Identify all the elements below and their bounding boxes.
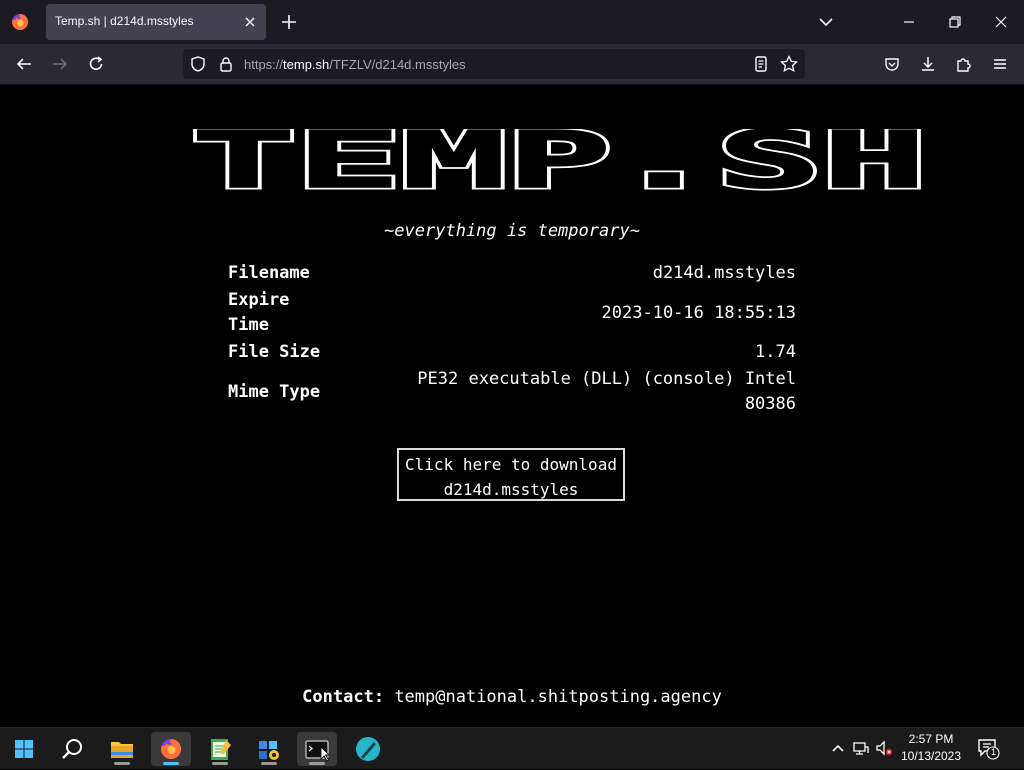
info-value: 2023-10-16 18:55:13 (601, 302, 796, 323)
temp-sh-logo: TEMP.SH TEMP.SH (188, 114, 930, 209)
taskbar-pen-app[interactable] (348, 732, 388, 766)
windows-taskbar: 2:57 PM 10/13/2023 1 (0, 727, 1024, 769)
info-label: Mime Type (228, 381, 321, 402)
lock-icon[interactable] (216, 54, 236, 74)
network-icon[interactable] (851, 738, 871, 758)
start-icon (15, 740, 33, 758)
file-info-table: Filename d214d.msstyles Expire Time 2023… (228, 261, 796, 419)
bookmark-star-icon[interactable] (779, 54, 799, 74)
info-value: d214d.msstyles (652, 263, 796, 283)
running-indicator (309, 762, 325, 765)
downloads-icon[interactable] (918, 54, 938, 74)
volume-muted-icon[interactable] (874, 738, 894, 758)
close-window-icon[interactable] (989, 10, 1013, 34)
show-hidden-icons-chevron-icon[interactable] (828, 738, 848, 758)
close-tab-icon[interactable] (240, 12, 260, 32)
notification-count: 1 (990, 747, 996, 757)
running-indicator (212, 762, 228, 765)
download-button[interactable]: Click here to download d214d.msstyles (397, 448, 625, 501)
running-indicator (261, 762, 277, 765)
running-indicator (114, 762, 130, 765)
system-clock[interactable]: 2:57 PM 10/13/2023 (896, 731, 966, 765)
info-label: Expire Time (228, 290, 290, 335)
taskbar-notepad[interactable] (200, 732, 240, 766)
taskbar-firefox[interactable] (151, 732, 191, 766)
new-tab-icon[interactable] (279, 12, 299, 32)
tagline: ~everything is temporary~ (384, 221, 640, 241)
pocket-icon[interactable] (882, 54, 902, 74)
browser-tab-bar: Temp.sh | d214d.msstyles (0, 0, 1024, 44)
firefox-menu-icon[interactable] (10, 12, 30, 32)
info-value: 1.74 (755, 342, 796, 362)
clock-date: 10/13/2023 (900, 749, 962, 763)
minimize-window-icon[interactable] (897, 10, 921, 34)
forward-icon[interactable] (50, 54, 70, 74)
search-icon (62, 739, 82, 759)
clock-time: 2:57 PM (908, 732, 954, 746)
pen-app-icon (356, 737, 380, 761)
file-explorer-icon (111, 742, 133, 758)
url-path: /TFZLV/d214d.msstyles (329, 57, 466, 72)
download-label-line1: Click here to download (405, 455, 617, 474)
url-scheme: https:// (244, 57, 284, 72)
info-row-filename: Filename d214d.msstyles (228, 261, 796, 286)
contact-label: Contact: (302, 687, 385, 707)
address-bar[interactable]: https://temp.sh/TFZLV/d214d.msstyles (183, 49, 805, 79)
info-row-mime-type: Mime Type PE32 executable (DLL) (console… (228, 367, 796, 417)
start-button[interactable] (4, 732, 44, 766)
back-icon[interactable] (14, 54, 34, 74)
application-menu-icon[interactable] (990, 54, 1010, 74)
taskbar-terminal[interactable] (297, 732, 337, 766)
info-value: PE32 executable (DLL) (console) Intel 80… (417, 369, 796, 414)
reader-view-icon[interactable] (751, 54, 771, 74)
temp-sh-logo-graphic: TEMP.SH TEMP.SH (189, 114, 930, 209)
navigation-toolbar: https://temp.sh/TFZLV/d214d.msstyles (0, 44, 1024, 85)
logo-text-inner: TEMP.SH (191, 129, 927, 191)
notification-center-button[interactable]: 1 (976, 736, 1000, 760)
info-row-expire-time: Expire Time 2023-10-16 18:55:13 (228, 288, 796, 338)
url-host: temp.sh (283, 57, 330, 72)
terminal-icon (305, 740, 330, 762)
restore-window-icon[interactable] (943, 10, 967, 34)
info-label: File Size (228, 342, 321, 362)
url-text[interactable]: https://temp.sh/TFZLV/d214d.msstyles (244, 57, 466, 72)
search-button[interactable] (52, 732, 92, 766)
info-row-file-size: File Size 1.74 (228, 340, 796, 365)
settings-app-icon (259, 741, 279, 760)
contact-email[interactable]: temp@national.shitposting.agency (394, 687, 722, 707)
tab-title: Temp.sh | d214d.msstyles (55, 14, 194, 28)
page-content: TEMP.SH TEMP.SH ~everything is temporary… (0, 85, 1024, 725)
tracking-protection-shield-icon[interactable] (188, 54, 208, 74)
download-label-line2: d214d.msstyles (443, 480, 579, 499)
reload-icon[interactable] (86, 54, 106, 74)
active-tab[interactable]: Temp.sh | d214d.msstyles (46, 4, 266, 40)
extensions-icon[interactable] (954, 54, 974, 74)
contact-line: Contact: temp@national.shitposting.agenc… (0, 687, 1024, 707)
firefox-icon (161, 738, 182, 759)
active-indicator (163, 762, 179, 765)
taskbar-settings-app[interactable] (249, 732, 289, 766)
info-label: Filename (228, 263, 310, 283)
list-all-tabs-icon[interactable] (816, 12, 836, 32)
taskbar-file-explorer[interactable] (102, 732, 142, 766)
notepad-icon (211, 739, 231, 760)
